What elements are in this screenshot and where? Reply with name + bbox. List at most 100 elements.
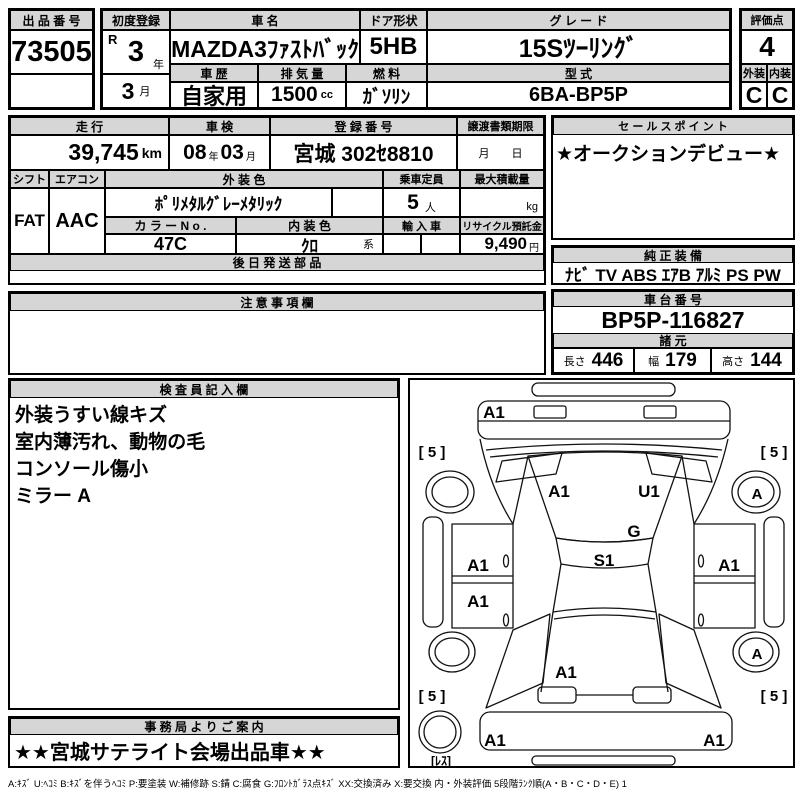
marker-windshield: G bbox=[627, 522, 640, 541]
max-load-cell: kg bbox=[460, 188, 544, 217]
spec-height-value: 144 bbox=[750, 349, 782, 371]
marker-tire-rear-left: [ 5 ] bbox=[419, 688, 446, 705]
int-color-value: ｸﾛ bbox=[301, 236, 318, 254]
reg-number-value: 宮城 302ｾ8810 bbox=[270, 135, 457, 170]
recycle-fee-label: リサイクル預託金 bbox=[460, 217, 544, 234]
inspection-year: 08 bbox=[183, 140, 207, 164]
chassis-box: 車 台 番 号 BP5P-116827 諸 元 長さ 446 幅 179 高さ … bbox=[551, 289, 795, 375]
int-color-label: 内 装 色 bbox=[236, 217, 383, 234]
car-name-label: 車 名 bbox=[170, 10, 360, 30]
marker-bumper-rear-right: A1 bbox=[703, 731, 725, 750]
grade-value: 15Sﾂｰﾘﾝｸﾞ bbox=[427, 30, 730, 64]
capacity-unit: 人 bbox=[424, 201, 436, 214]
inspection-month-unit: 月 bbox=[245, 152, 256, 163]
reg-number-label: 登 録 番 号 bbox=[270, 117, 457, 135]
transfer-deadline-value: 月 日 bbox=[457, 135, 544, 170]
score-value: 4 bbox=[741, 30, 793, 64]
marker-bumper-rear-left: A1 bbox=[484, 731, 506, 750]
chassis-label: 車 台 番 号 bbox=[553, 291, 793, 307]
inspector-comment-line: ミラー A bbox=[15, 486, 92, 507]
notes-label: 注 意 事 項 欄 bbox=[10, 293, 544, 311]
int-color-suffix: 系 bbox=[363, 239, 374, 251]
spec-width-value: 179 bbox=[665, 349, 697, 371]
inspector-label: 検 査 員 記 入 欄 bbox=[10, 380, 398, 398]
aircon-value: AAC bbox=[49, 188, 105, 254]
capacity-cell: 5 人 bbox=[383, 188, 460, 217]
ext-color-value: ﾎﾟﾘﾒﾀﾙｸﾞﾚｰﾒﾀﾘｯｸ bbox=[105, 188, 332, 217]
mileage-label: 走 行 bbox=[10, 117, 169, 135]
color-no-label: カ ラ ー N o . bbox=[105, 217, 236, 234]
first-reg-month-cell: 3 月 bbox=[102, 74, 170, 108]
first-reg-year: 3 bbox=[127, 35, 145, 68]
car-name-value: MAZDA3ﾌｧｽﾄﾊﾞｯｸ bbox=[170, 30, 360, 64]
import-car-label: 輸 入 車 bbox=[383, 217, 460, 234]
door-shape-label: ドア形状 bbox=[360, 10, 427, 30]
capacity-label: 乗車定員 bbox=[383, 170, 460, 188]
info-box: 走 行 車 検 登 録 番 号 譲渡書類期限 39,745 km 08 年 03… bbox=[8, 115, 546, 285]
first-reg-year-cell: R 3 年 bbox=[102, 30, 170, 74]
mileage-unit: km bbox=[141, 144, 162, 161]
ext-color-label: 外 装 色 bbox=[105, 170, 383, 188]
history-label: 車 歴 bbox=[170, 64, 258, 82]
oem-equipment-box: 純 正 装 備 ﾅﾋﾞ TV ABS ｴｱB ｱﾙﾐ PS PW bbox=[551, 245, 795, 285]
office-label: 事 務 局 よ り ご 案 内 bbox=[10, 718, 398, 735]
auction-sheet: 出 品 番 号 73505 初度登録 R 3 年 3 月 車 名 MAZDA3ﾌ… bbox=[0, 0, 800, 800]
marker-hatch: A1 bbox=[555, 663, 577, 682]
marker-spare-tire: [ﾚｽ] bbox=[431, 754, 451, 766]
first-reg-era: R bbox=[108, 32, 118, 47]
spec-width-label: 幅 bbox=[648, 355, 660, 368]
inspection-year-unit: 年 bbox=[208, 152, 219, 163]
int-color-cell: ｸﾛ 系 bbox=[236, 234, 383, 254]
lot-number-box: 出 品 番 号 73505 bbox=[8, 8, 95, 110]
grade-label: グ レ ー ド bbox=[427, 10, 730, 30]
displacement-value: 1500 bbox=[271, 83, 318, 106]
spec-height-label: 高さ bbox=[722, 355, 745, 368]
marker-hood-left: A1 bbox=[548, 482, 570, 501]
lot-number-empty bbox=[10, 74, 93, 108]
marker-wheel-rear-right: A bbox=[752, 646, 763, 663]
car-diagram: A1 [ 5 ] [ 5 ] A1 U1 A G S1 A1 A1 A1 A1 … bbox=[418, 382, 787, 768]
inspector-box: 検 査 員 記 入 欄 外装うすい線キズ 室内薄汚れ、動物の毛 コンソール傷小 … bbox=[8, 378, 400, 710]
marker-front-bumper: A1 bbox=[483, 403, 505, 422]
model-code-value: 6BA-BP5P bbox=[427, 82, 730, 108]
inspector-comment-line: コンソール傷小 bbox=[15, 459, 149, 480]
first-reg-month: 3 bbox=[121, 77, 135, 104]
marker-door-rear-left: A1 bbox=[467, 592, 489, 611]
transfer-deadline-label: 譲渡書類期限 bbox=[457, 117, 544, 135]
office-value: ★★宮城サテライト会場出品車★★ bbox=[10, 735, 398, 766]
import-car-empty-2 bbox=[421, 234, 460, 254]
vehicle-header-box: 初度登録 R 3 年 3 月 車 名 MAZDA3ﾌｧｽﾄﾊﾞｯｸ ドア形状 5… bbox=[100, 8, 732, 110]
sales-point-label: セ ー ル ス ポ イ ン ト bbox=[553, 117, 793, 135]
displacement-label: 排 気 量 bbox=[258, 64, 346, 82]
later-parts-label: 後 日 発 送 部 品 bbox=[10, 254, 544, 271]
inspection-label: 車 検 bbox=[169, 117, 270, 135]
max-load-unit: kg bbox=[526, 201, 538, 213]
displacement-cell: 1500 cc bbox=[258, 82, 346, 108]
recycle-fee-value: 9,490 bbox=[484, 234, 527, 253]
sales-point-box: セ ー ル ス ポ イ ン ト ★オークションデビュー★ bbox=[551, 115, 795, 240]
marker-roof: S1 bbox=[594, 551, 615, 570]
sales-point-value: ★オークションデビュー★ bbox=[553, 135, 793, 165]
chassis-value: BP5P-116827 bbox=[553, 307, 793, 333]
model-code-label: 型 式 bbox=[427, 64, 730, 82]
fuel-value: ｶﾞｿﾘﾝ bbox=[346, 82, 427, 108]
mileage-cell: 39,745 km bbox=[10, 135, 169, 170]
recycle-fee-cell: 9,490 円 bbox=[460, 234, 544, 254]
score-box: 評価点 4 外装 内装 C C bbox=[739, 8, 795, 110]
mileage-value: 39,745 bbox=[68, 139, 139, 165]
shift-value: FAT bbox=[10, 188, 49, 254]
lot-number-value: 73505 bbox=[10, 30, 93, 74]
fuel-label: 燃 料 bbox=[346, 64, 427, 82]
marker-tire-front-left: [ 5 ] bbox=[419, 444, 446, 461]
inspector-comment-line: 室内薄汚れ、動物の毛 bbox=[15, 432, 206, 453]
oem-equipment-value: ﾅﾋﾞ TV ABS ｴｱB ｱﾙﾐ PS PW bbox=[553, 263, 793, 283]
marker-wheel-front-right: A bbox=[752, 486, 763, 503]
notes-box: 注 意 事 項 欄 bbox=[8, 291, 546, 375]
oem-equipment-label: 純 正 装 備 bbox=[553, 247, 793, 263]
spec-length-label: 長さ bbox=[563, 355, 586, 368]
ext-color-empty bbox=[332, 188, 383, 217]
aircon-label: エアコン bbox=[49, 170, 105, 188]
inspector-comments: 外装うすい線キズ 室内薄汚れ、動物の毛 コンソール傷小 ミラー A bbox=[15, 402, 205, 510]
marker-hood-right: U1 bbox=[638, 482, 660, 501]
specs-label: 諸 元 bbox=[553, 333, 793, 348]
